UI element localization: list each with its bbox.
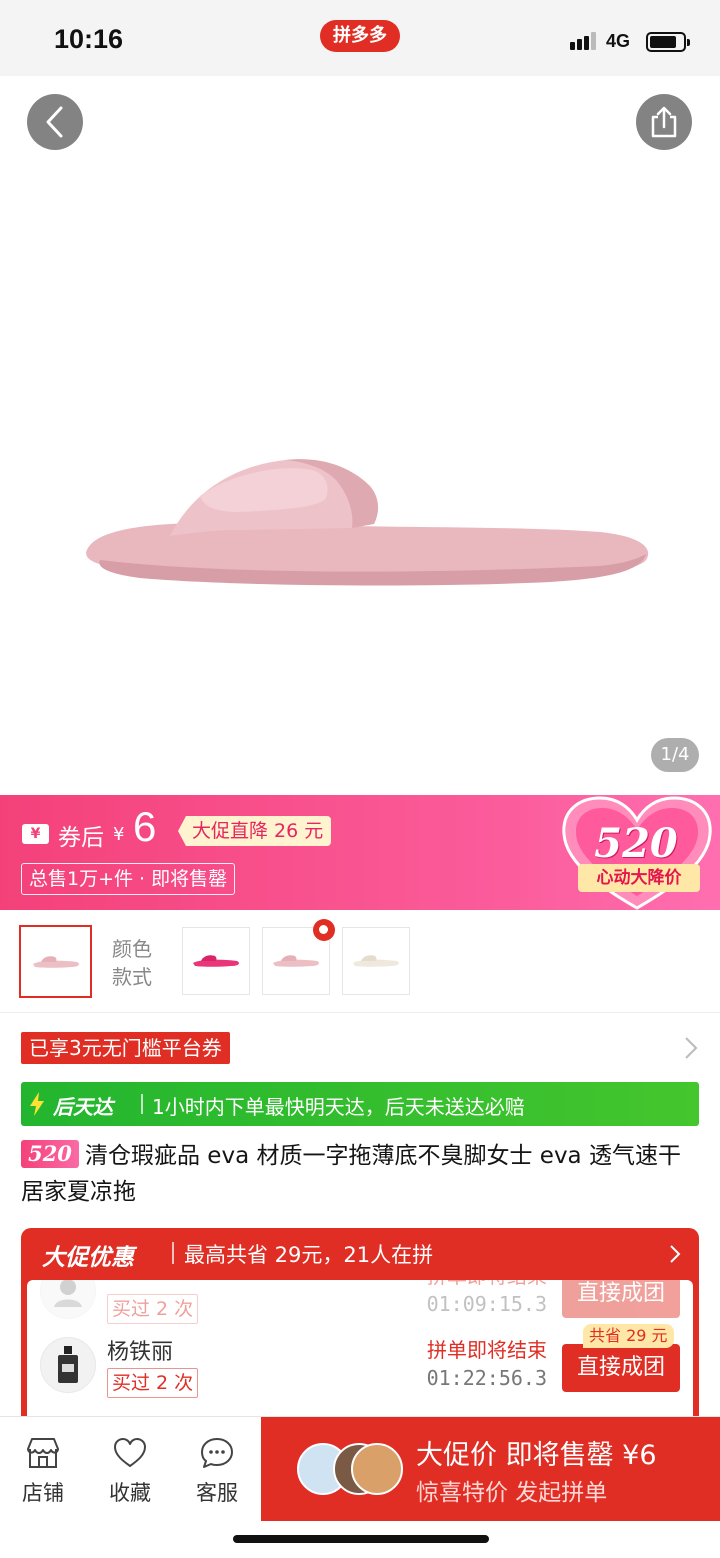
group-status: 拼单即将结束	[427, 1338, 547, 1362]
start-group-buy-button[interactable]: 大促价 即将售罄 ¥6 惊喜特价 发起拼单	[261, 1417, 720, 1521]
status-time: 10:16	[54, 24, 124, 54]
home-indicator	[233, 1535, 489, 1543]
price-currency: ¥	[113, 824, 125, 845]
price-value: 6	[133, 803, 157, 850]
product-gallery[interactable]: 1/4	[0, 76, 720, 795]
buyer-avatars	[297, 1443, 407, 1495]
chevron-right-icon[interactable]	[684, 1036, 698, 1060]
chat-icon	[201, 1438, 233, 1468]
price-drop-tag: 大促直降 26 元	[178, 816, 332, 846]
heart-badge-number: 520	[594, 820, 678, 867]
tab-label: 客服	[196, 1481, 238, 1505]
hot-badge-icon	[313, 919, 335, 941]
variant-option-white[interactable]	[342, 927, 410, 995]
store-icon	[27, 1438, 59, 1468]
chevron-right-icon[interactable]	[669, 1244, 681, 1264]
buy-button-label: 大促价 即将售罄 ¥6	[416, 1440, 657, 1471]
tab-label: 店铺	[22, 1481, 64, 1505]
variant-thumbnail	[353, 955, 399, 967]
chevron-left-icon	[46, 106, 63, 138]
delivery-text: 1小时内下单最快明天达，后天未送达必赔	[152, 1095, 525, 1119]
group-status: 拼单即将结束	[409, 1280, 547, 1289]
divider	[141, 1094, 143, 1114]
product-image	[86, 459, 649, 586]
product-title: 520 清仓瑕疵品 eva 材质一字拖薄底不臭脚女士 eva 透气速干居家夏凉拖	[21, 1138, 701, 1210]
avatar	[40, 1337, 96, 1393]
tab-store[interactable]: 店铺	[13, 1437, 73, 1507]
group-member-row[interactable]: 杨铁丽 买过 2 次 拼单即将结束 01:22:56.3 直接成团 共省 29 …	[27, 1324, 693, 1404]
tab-label: 收藏	[109, 1481, 151, 1505]
variant-selector: 颜色 款式	[0, 915, 720, 1013]
heart-badge-label: 心动大降价	[578, 864, 700, 892]
after-coupon-label: 券后	[58, 825, 104, 851]
variant-label: 颜色 款式	[112, 937, 152, 989]
perfume-bottle-icon	[58, 1346, 78, 1383]
lightning-icon	[30, 1092, 44, 1116]
group-buy-card[interactable]: 大促优惠 最高共省 29元，21人在拼 买过 2 次 拼单即将结束 01:09:…	[21, 1228, 699, 1428]
avatar	[40, 1280, 96, 1319]
tab-customer-service[interactable]: 客服	[187, 1437, 247, 1507]
variant-thumbnail	[32, 955, 79, 968]
member-name: 杨铁丽	[107, 1340, 174, 1365]
app-name-badge: 拼多多	[320, 20, 400, 52]
network-type: 4G	[606, 31, 631, 51]
variant-thumbnail	[273, 955, 319, 967]
product-title-text: 清仓瑕疵品 eva 材质一字拖薄底不臭脚女士 eva 透气速干居家夏凉拖	[21, 1143, 681, 1205]
countdown-timer: 01:22:56.3	[426, 1366, 547, 1390]
heart-icon	[114, 1438, 146, 1467]
join-group-button[interactable]: 直接成团	[562, 1280, 680, 1318]
purchase-count-tag: 买过 2 次	[107, 1368, 199, 1398]
sales-count-tag: 总售1万+件 · 即将售罄	[21, 863, 236, 895]
group-member-list[interactable]: 买过 2 次 拼单即将结束 01:09:15.3 直接成团 杨铁丽 买过 2 次…	[27, 1280, 693, 1428]
promo-520-tag: 520	[21, 1140, 79, 1168]
savings-tag: 共省 29 元	[583, 1324, 674, 1348]
variant-option-rose[interactable]	[182, 927, 250, 995]
platform-coupon-tag[interactable]: 已享3元无门槛平台券	[21, 1032, 230, 1064]
back-button[interactable]	[27, 94, 83, 150]
buy-button-sublabel: 惊喜特价 发起拼单	[416, 1480, 608, 1506]
divider	[172, 1242, 174, 1264]
variant-thumbnail	[193, 955, 239, 967]
share-button[interactable]	[636, 94, 692, 150]
group-buy-title: 大促优惠	[42, 1245, 134, 1271]
group-buy-subtitle: 最高共省 29元，21人在拼	[184, 1243, 434, 1267]
page-indicator: 1/4	[651, 738, 699, 772]
variant-option-selected[interactable]	[19, 925, 92, 998]
avatar	[351, 1443, 403, 1495]
delivery-promise-bar[interactable]: 后天达 1小时内下单最快明天达，后天未送达必赔	[21, 1082, 699, 1126]
battery-icon	[646, 32, 690, 52]
delivery-title: 后天达	[53, 1095, 113, 1119]
signal-icon	[570, 32, 598, 50]
coupon-icon: ¥	[22, 824, 49, 844]
purchase-count-tag: 买过 2 次	[107, 1294, 199, 1324]
tab-favorite[interactable]: 收藏	[100, 1437, 160, 1507]
join-group-button[interactable]: 直接成团	[562, 1344, 680, 1392]
countdown-timer: 01:09:15.3	[426, 1292, 547, 1316]
share-icon	[651, 106, 677, 138]
status-bar: 10:16 拼多多 4G	[0, 0, 720, 76]
group-member-row[interactable]: 买过 2 次 拼单即将结束 01:09:15.3 直接成团	[27, 1280, 693, 1330]
